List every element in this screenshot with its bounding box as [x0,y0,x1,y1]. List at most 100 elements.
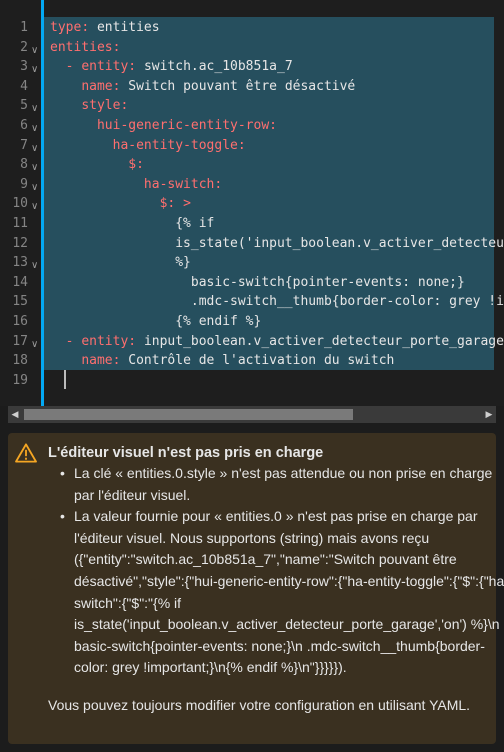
code-text: type: entities [50,18,160,38]
yaml-separator: : [112,78,129,94]
yaml-separator: : [269,118,277,133]
code-line[interactable]: 6 ∨ hui-generic-entity-row: [0,116,504,136]
warning-footer: Vous pouvez toujours modifier votre conf… [48,697,471,713]
warning-list: La clé « entities.0.style » n'est pas at… [48,463,504,679]
line-number: 19 [12,372,28,388]
yaml-separator: : [136,157,144,173]
line-number: 12 [12,235,28,251]
line-number: 7 [20,137,28,153]
code-line[interactable]: 12 is_state('input_boolean.v_activer_det… [0,234,504,254]
yaml-key: type [50,20,82,35]
yaml-value: > [183,196,191,212]
yaml-key: entities [50,39,113,55]
code-text: $: > [50,194,191,214]
code-line[interactable]: 4 name: Switch pouvant être désactivé [0,77,504,97]
yaml-separator: : [167,196,184,212]
yaml-separator: : [112,353,129,369]
yaml-key: ha-entity-toggle [112,137,238,153]
line-number: 1 [20,20,28,35]
code-text: entities: [50,38,120,58]
warning-title: L'éditeur visuel n'est pas pris en charg… [48,445,324,461]
code-text: {% if [50,214,214,234]
code-text: - entity: switch.ac_10b851a_7 [50,57,293,77]
yaml-value: switch.ac_10b851a_7 [143,59,293,75]
code-text: style: [50,96,128,116]
line-number: 5 [20,98,28,114]
text-cursor [64,370,66,389]
yaml-key: $ [128,157,137,173]
code-line[interactable]: 13 ∨ %} [0,253,504,273]
scroll-right-icon[interactable]: ▶ [482,406,496,423]
line-number: 13 [12,255,28,271]
line-number: 10 [12,196,28,212]
yaml-separator: : [128,59,144,75]
code-line[interactable]: 9 ∨ ha-switch: [0,175,504,195]
yaml-value: %} [175,255,191,271]
code-line[interactable]: 5 ∨ style: [0,96,504,116]
code-line[interactable]: 11 {% if [0,214,504,234]
yaml-key: hui-generic-entity-row [96,118,270,133]
code-line[interactable]: 15 .mdc-switch__thumb{border-color: grey… [0,292,504,312]
warning-triangle-icon [15,443,37,463]
line-number: 6 [20,118,28,133]
yaml-value: basic-switch{pointer-events: none;} [190,274,465,290]
scroll-left-icon[interactable]: ◀ [8,406,22,423]
line-number: 17 [12,333,28,349]
code-line[interactable]: 10 ∨ $: > [0,194,504,214]
focus-accent-bar [41,0,44,406]
line-number: 8 [20,157,28,173]
yaml-value: .mdc-switch__thumb{border-color: grey !i… [190,294,504,310]
code-line[interactable]: 19 [0,371,504,391]
code-line[interactable]: 2 ∨ entities: [0,38,504,58]
code-text: $: [50,155,144,175]
yaml-key: name [81,353,113,369]
yaml-value: Contrôle de l'activation du switch [128,353,395,369]
code-line[interactable]: 1 type: entities [0,18,504,38]
yaml-key: entity [81,59,129,75]
code-text: - entity: input_boolean.v_activer_detect… [50,332,504,352]
code-line[interactable]: 8 ∨ $: [0,155,504,175]
yaml-value: {% if [175,216,215,231]
line-number: 14 [12,274,28,290]
indent: - [50,333,82,349]
line-number: 9 [20,176,28,192]
code-line[interactable]: 16 {% endif %} [0,312,504,332]
code-line[interactable]: 17 ∨ - entity: input_boolean.v_activer_de… [0,332,504,352]
line-number: 16 [12,314,28,329]
yaml-value: input_boolean.v_activer_detecteur_porte_… [143,333,504,349]
warning-panel: L'éditeur visuel n'est pas pris en charg… [8,433,504,744]
line-number: 15 [12,294,28,310]
code-line[interactable]: 3 ∨ - entity: switch.ac_10b851a_7 [0,57,504,77]
horizontal-scrollbar[interactable]: ◀ ▶ [8,406,496,423]
yaml-value: Switch pouvant être désactivé [128,78,356,94]
yaml-value: entities [96,20,160,35]
yaml-key: name [81,78,113,94]
code-text: {% endif %} [50,312,261,332]
scrollbar-thumb[interactable] [24,409,353,420]
code-line[interactable]: 14 basic-switch{pointer-events: none;} [0,273,504,293]
yaml-code-editor[interactable]: 1 type: entities 2 ∨ entities: 3 ∨ - entity: s… [0,0,504,406]
warning-item: La clé « entities.0.style » n'est pas at… [60,463,504,506]
code-line[interactable]: 18 name: Contrôle de l'activation du swi… [0,351,504,371]
yaml-key: ha-switch [143,176,215,192]
line-number: 4 [20,78,28,94]
code-text: name: Switch pouvant être désactivé [50,77,355,97]
yaml-separator: : [128,333,144,349]
code-text: .mdc-switch__thumb{border-color: grey !i… [50,292,504,312]
code-text: ha-entity-toggle: [50,136,246,156]
code-line[interactable]: 7 ∨ ha-entity-toggle: [0,136,504,156]
yaml-separator: : [120,98,129,114]
code-text: basic-switch{pointer-events: none;} [50,273,465,293]
code-text: name: Contrôle de l'activation du switch [50,351,394,371]
indent: - [50,59,82,75]
